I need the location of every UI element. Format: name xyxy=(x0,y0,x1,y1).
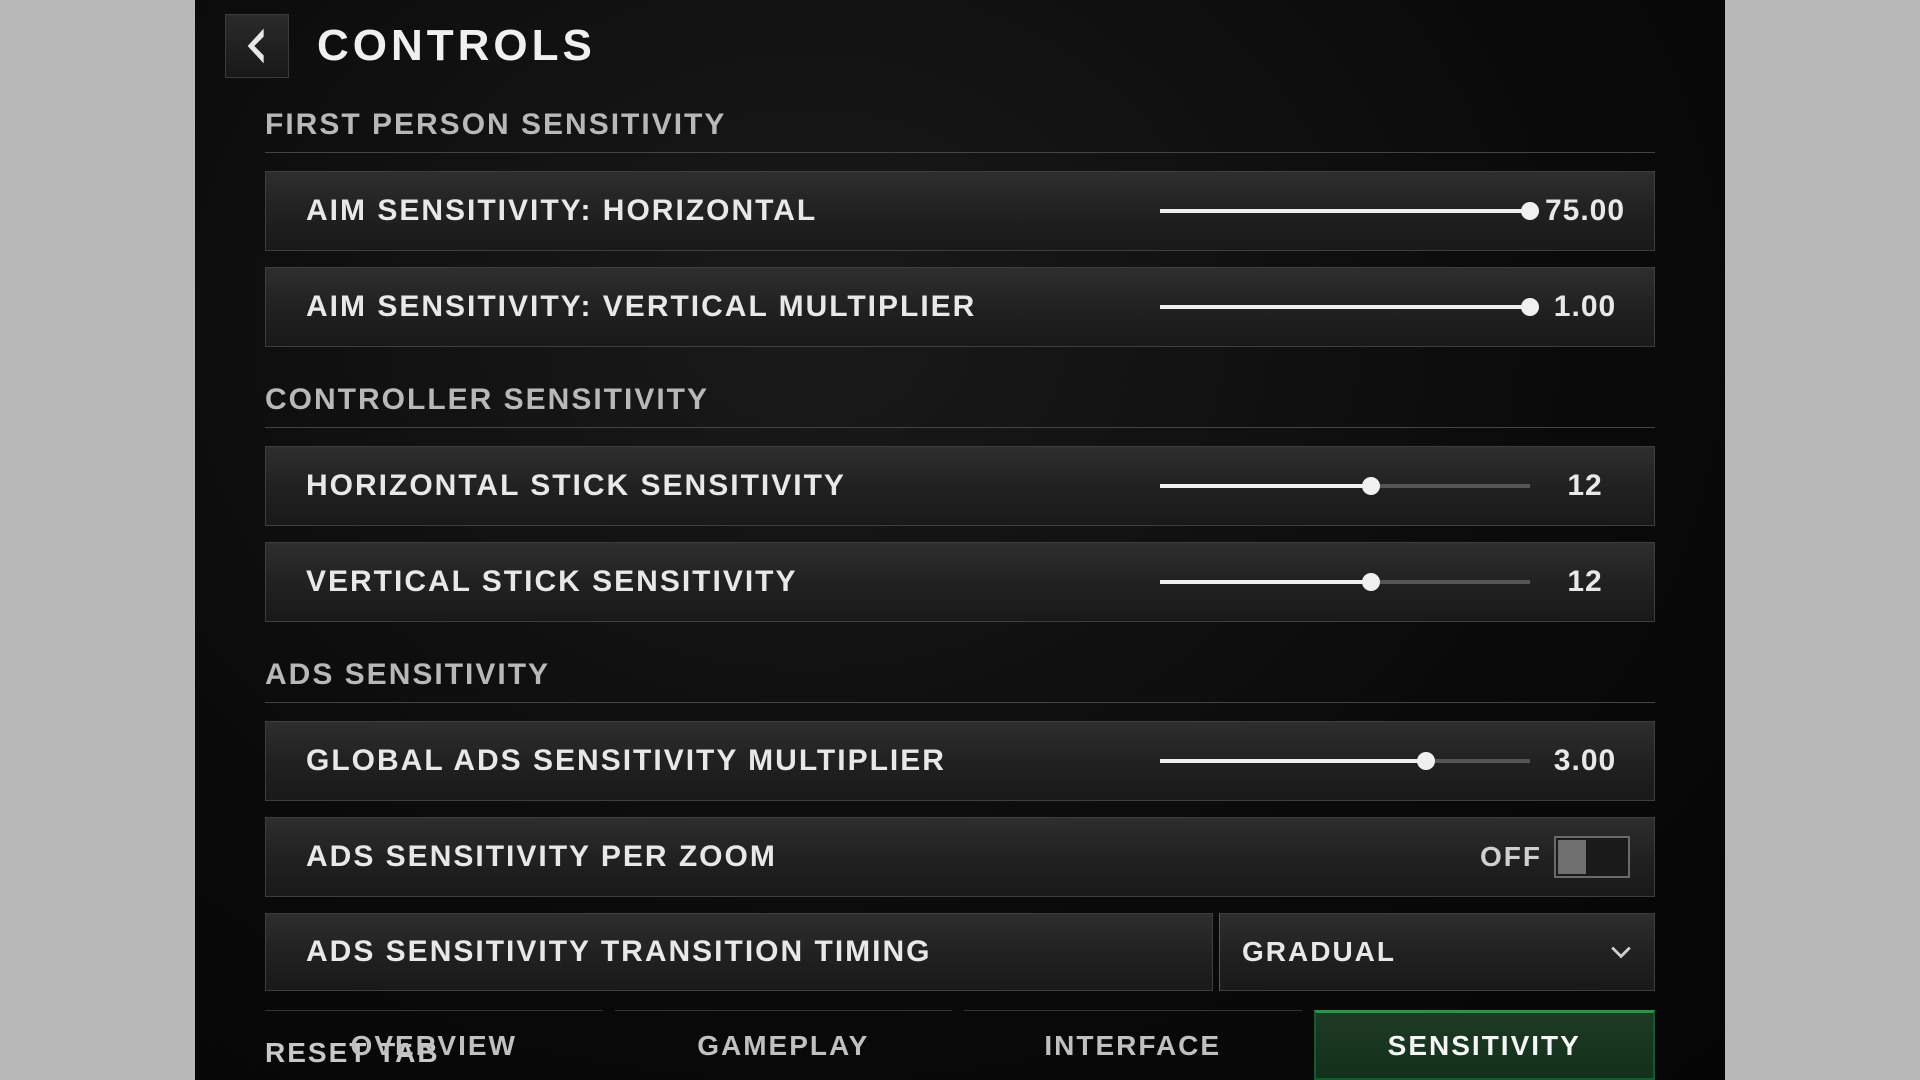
toggle-ads-per-zoom[interactable]: OFF xyxy=(1480,836,1630,878)
dropdown-value: GRADUAL xyxy=(1242,936,1396,968)
settings-panel: CONTROLS FIRST PERSON SENSITIVITY AIM SE… xyxy=(195,0,1725,1080)
slider-track[interactable] xyxy=(1160,484,1530,488)
slider-fill xyxy=(1160,759,1426,763)
slider-fill xyxy=(1160,484,1371,488)
row-label-container: ADS SENSITIVITY TRANSITION TIMING xyxy=(265,913,1213,991)
toggle-value-text: OFF xyxy=(1480,841,1542,873)
row-label: HORIZONTAL STICK SENSITIVITY xyxy=(306,469,846,503)
slider-knob[interactable] xyxy=(1521,298,1539,316)
row-stick-horizontal[interactable]: HORIZONTAL STICK SENSITIVITY 12 xyxy=(265,446,1655,526)
section-first-person: FIRST PERSON SENSITIVITY xyxy=(265,88,1655,153)
chevron-left-icon xyxy=(243,26,271,66)
row-label: AIM SENSITIVITY: HORIZONTAL xyxy=(306,194,817,228)
slider-aim-horizontal[interactable]: 75.00 xyxy=(1160,194,1630,228)
slider-stick-horizontal[interactable]: 12 xyxy=(1160,469,1630,503)
slider-ads-global[interactable]: 3.00 xyxy=(1160,744,1630,778)
chevron-down-icon xyxy=(1610,941,1632,963)
slider-fill xyxy=(1160,305,1530,309)
slider-value: 12 xyxy=(1540,565,1630,599)
row-label: ADS SENSITIVITY PER ZOOM xyxy=(306,840,777,874)
row-stick-vertical[interactable]: VERTICAL STICK SENSITIVITY 12 xyxy=(265,542,1655,622)
row-ads-per-zoom[interactable]: ADS SENSITIVITY PER ZOOM OFF xyxy=(265,817,1655,897)
slider-track[interactable] xyxy=(1160,305,1530,309)
row-aim-vertical[interactable]: AIM SENSITIVITY: VERTICAL MULTIPLIER 1.0… xyxy=(265,267,1655,347)
page-title: CONTROLS xyxy=(317,21,596,71)
slider-knob[interactable] xyxy=(1362,477,1380,495)
settings-body: FIRST PERSON SENSITIVITY AIM SENSITIVITY… xyxy=(195,88,1725,1069)
bottom-tabs: OVERVIEW GAMEPLAY INTERFACE SENSITIVITY xyxy=(265,1010,1655,1080)
slider-aim-vertical[interactable]: 1.00 xyxy=(1160,290,1630,324)
slider-value: 1.00 xyxy=(1540,290,1630,324)
slider-knob[interactable] xyxy=(1362,573,1380,591)
slider-fill xyxy=(1160,209,1530,213)
section-controller: CONTROLLER SENSITIVITY xyxy=(265,363,1655,428)
toggle-knob xyxy=(1558,840,1586,874)
tab-overview[interactable]: OVERVIEW xyxy=(265,1010,603,1080)
header: CONTROLS xyxy=(195,0,1725,88)
tab-sensitivity[interactable]: SENSITIVITY xyxy=(1314,1010,1656,1080)
slider-stick-vertical[interactable]: 12 xyxy=(1160,565,1630,599)
slider-knob[interactable] xyxy=(1417,752,1435,770)
row-ads-global[interactable]: GLOBAL ADS SENSITIVITY MULTIPLIER 3.00 xyxy=(265,721,1655,801)
row-label: AIM SENSITIVITY: VERTICAL MULTIPLIER xyxy=(306,290,976,324)
section-ads: ADS SENSITIVITY xyxy=(265,638,1655,703)
row-label: VERTICAL STICK SENSITIVITY xyxy=(306,565,798,599)
slider-track[interactable] xyxy=(1160,580,1530,584)
slider-track[interactable] xyxy=(1160,209,1530,213)
row-label: ADS SENSITIVITY TRANSITION TIMING xyxy=(306,935,931,969)
tab-gameplay[interactable]: GAMEPLAY xyxy=(615,1010,953,1080)
tab-interface[interactable]: INTERFACE xyxy=(964,1010,1302,1080)
slider-value: 75.00 xyxy=(1540,194,1630,228)
slider-value: 3.00 xyxy=(1540,744,1630,778)
back-button[interactable] xyxy=(225,14,289,78)
slider-value: 12 xyxy=(1540,469,1630,503)
row-ads-timing[interactable]: ADS SENSITIVITY TRANSITION TIMING GRADUA… xyxy=(265,913,1655,991)
row-label: GLOBAL ADS SENSITIVITY MULTIPLIER xyxy=(306,744,946,778)
toggle-switch[interactable] xyxy=(1554,836,1630,878)
dropdown-ads-timing[interactable]: GRADUAL xyxy=(1219,913,1655,991)
slider-fill xyxy=(1160,580,1371,584)
slider-track[interactable] xyxy=(1160,759,1530,763)
row-aim-horizontal[interactable]: AIM SENSITIVITY: HORIZONTAL 75.00 xyxy=(265,171,1655,251)
slider-knob[interactable] xyxy=(1521,202,1539,220)
